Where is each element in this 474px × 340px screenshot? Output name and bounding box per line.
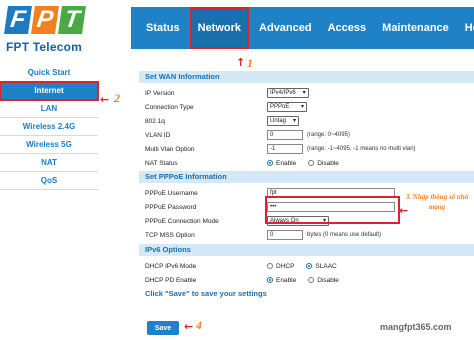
ip-version-select[interactable]: IPv4/IPv6	[267, 88, 309, 98]
radio-unchecked-icon	[308, 277, 315, 283]
nat-disable-radio[interactable]: Disable	[308, 160, 339, 167]
nav-advanced[interactable]: Advanced	[251, 7, 320, 49]
logo-letter-f: F	[4, 6, 32, 34]
sidebar-item-nat[interactable]: NAT	[0, 154, 98, 172]
logo-area: F P T FPT Telecom	[0, 0, 130, 62]
row-multi-vlan: Multi Vlan Option -1 (range: -1~4095, -1…	[139, 142, 474, 156]
tcp-mss-input[interactable]: 0	[267, 230, 303, 240]
vlan-id-input[interactable]: 0	[267, 130, 303, 140]
section-ipv6-title: IPv6 Options	[139, 244, 474, 256]
radio-unchecked-icon	[308, 160, 315, 166]
tcp-mss-label: TCP MSS Option	[145, 231, 195, 239]
save-button[interactable]: Save	[147, 321, 179, 335]
watermark: mangfpt365.com	[380, 322, 452, 332]
pd-enable-radio[interactable]: Enable	[267, 277, 296, 284]
radio-checked-icon	[267, 277, 273, 283]
annotation-step-4: 4	[196, 318, 202, 332]
connection-type-select[interactable]: PPPoE	[267, 102, 307, 112]
nav-status[interactable]: Status	[131, 7, 188, 49]
section-pppoe-title: Set PPPoE Information	[139, 171, 474, 183]
nat-status-label: NAT Status	[145, 159, 178, 167]
pppoe-mode-label: PPPoE Connection Mode	[145, 217, 219, 225]
arrow-left-icon: ←	[100, 93, 110, 106]
nav-network[interactable]: Network	[189, 7, 250, 49]
multi-vlan-hint: (range: -1~4095, -1 means no multi vlan)	[307, 146, 416, 152]
nav-access[interactable]: Access	[320, 7, 375, 49]
row-connection-type: Connection Type PPPoE	[139, 100, 474, 114]
pppoe-highlight-box	[265, 196, 400, 224]
slaac-radio[interactable]: SLAAC	[306, 263, 337, 270]
fpt-logo: F P T	[4, 6, 86, 34]
logo-letter-t: T	[58, 6, 86, 34]
nat-enable-radio[interactable]: Enable	[267, 160, 296, 167]
row-dhcp-ipv6-mode: DHCP IPv6 Mode DHCP SLAAC	[139, 259, 474, 273]
arrow-up-icon: ↑	[236, 56, 246, 69]
sidebar-item-quick-start[interactable]: Quick Start	[0, 64, 98, 82]
sidebar-item-internet[interactable]: Internet	[0, 81, 99, 101]
nav-help[interactable]: Help	[457, 7, 474, 49]
dhcp-ipv6-mode-label: DHCP IPv6 Mode	[145, 262, 197, 270]
pd-disable-radio[interactable]: Disable	[308, 277, 339, 284]
row-vlan-id: VLAN ID 0 (range: 0~4095)	[139, 128, 474, 142]
row-ip-version: IP Version IPv4/IPv6	[139, 86, 474, 100]
dhcp-radio[interactable]: DHCP	[267, 263, 294, 270]
dot1q-label: 802.1q	[145, 117, 165, 125]
annotation-step-3: 3. Nhập thông số nhà mạng	[405, 193, 469, 211]
router-admin-page: F P T FPT Telecom Status Network Advance…	[0, 0, 474, 340]
row-dhcp-pd: DHCP PD Enable Enable Disable	[139, 273, 474, 287]
top-nav: Status Network Advanced Access Maintenan…	[131, 7, 474, 49]
nav-maintenance[interactable]: Maintenance	[374, 7, 457, 49]
row-tcp-mss: TCP MSS Option 0 bytes (0 means use defa…	[139, 228, 474, 242]
row-nat-status: NAT Status Enable Disable	[139, 156, 474, 170]
pppoe-username-label: PPPoE Username	[145, 189, 198, 197]
tcp-mss-hint: bytes (0 means use default)	[307, 232, 382, 238]
brand-name: FPT Telecom	[6, 40, 82, 54]
annotation-step-2: 2	[114, 91, 120, 105]
pppoe-password-label: PPPoE Password	[145, 203, 197, 211]
sidebar-item-qos[interactable]: QoS	[0, 172, 98, 190]
sidebar-item-wireless-24g[interactable]: Wireless 2.4G	[0, 118, 98, 136]
arrow-left-icon: ←	[184, 320, 194, 333]
radio-checked-icon	[267, 160, 273, 166]
dhcp-pd-label: DHCP PD Enable	[145, 276, 197, 284]
annotation-step-1: 1	[247, 56, 253, 70]
save-note: Click "Save" to save your settings	[145, 289, 267, 298]
main-content: Set WAN Information IP Version IPv4/IPv6…	[139, 71, 474, 298]
sidebar-item-wireless-5g[interactable]: Wireless 5G	[0, 136, 98, 154]
vlan-id-hint: (range: 0~4095)	[307, 132, 350, 138]
logo-letter-p: P	[31, 6, 59, 34]
connection-type-label: Connection Type	[145, 103, 194, 111]
ip-version-label: IP Version	[145, 89, 175, 97]
radio-unchecked-icon	[267, 263, 273, 269]
sidebar-item-lan[interactable]: LAN	[0, 100, 98, 118]
multi-vlan-label: Multi Vlan Option	[145, 145, 195, 153]
row-8021q: 802.1q Untag	[139, 114, 474, 128]
multi-vlan-input[interactable]: -1	[267, 144, 303, 154]
dot1q-select[interactable]: Untag	[267, 116, 300, 126]
sidebar: Quick Start Internet LAN Wireless 2.4G W…	[0, 64, 99, 190]
vlan-id-label: VLAN ID	[145, 131, 171, 139]
section-wan-title: Set WAN Information	[139, 71, 474, 83]
radio-checked-icon	[306, 263, 313, 269]
